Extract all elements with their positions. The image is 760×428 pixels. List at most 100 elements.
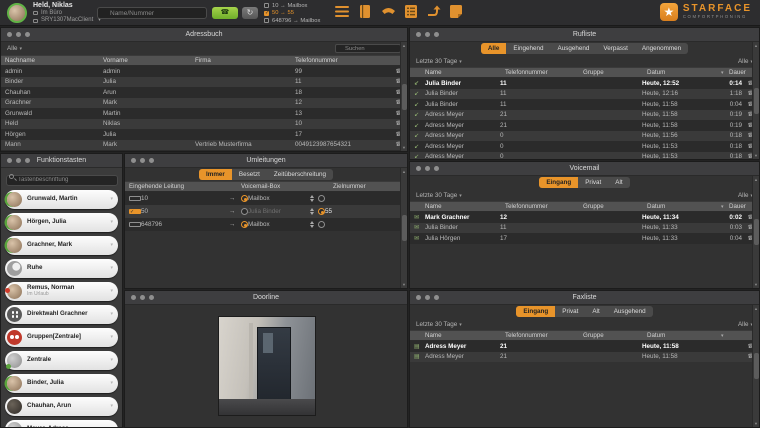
tab-eingang[interactable]: Eingang [539, 177, 578, 188]
redirect-checkbox[interactable] [264, 3, 269, 8]
client-selector[interactable]: SRY1307MacClient▾ [33, 17, 101, 25]
umleitung-row[interactable]: 10→Mailbox [125, 192, 407, 205]
tab-privat[interactable]: Privat [578, 177, 608, 188]
rufliste-column-header[interactable]: Name Telefonnummer Gruppe Datum ▾ Dauer [410, 67, 759, 78]
function-key[interactable]: Binder, Julia▾ [5, 374, 118, 393]
stepper-down-icon[interactable] [310, 199, 314, 202]
stepper[interactable] [306, 221, 318, 228]
list-filter-dropdown[interactable]: Alle▾ [738, 192, 753, 199]
list-item[interactable]: ↙Adress Meyer0Heute, 11:530:18☎ [410, 152, 759, 161]
redial-button[interactable]: ↻ [242, 7, 258, 19]
list-filter-dropdown[interactable]: Alle▾ [738, 58, 753, 65]
addressbook-search-input[interactable] [335, 44, 401, 53]
function-key[interactable]: Hörgen, Julia▾ [5, 213, 118, 232]
table-row[interactable]: HeldNiklas10☎ [1, 119, 407, 130]
list-item[interactable]: ▤Adress Meyer21Heute, 11:58☎ [410, 352, 759, 363]
voicemail-box-select[interactable]: Mailbox [248, 221, 306, 228]
tab-angenommen[interactable]: Angenommen [635, 43, 688, 54]
redirect-checkbox[interactable] [264, 18, 269, 23]
addressbook-column-header[interactable]: Nachname Vorname Firma Telefonnummer [1, 55, 407, 66]
voicemail-radio[interactable] [241, 195, 248, 202]
tab-ausgehend[interactable]: Ausgehend [607, 306, 653, 317]
stepper-down-icon[interactable] [310, 212, 314, 215]
user-avatar[interactable] [7, 3, 27, 23]
tab-verpasst[interactable]: Verpasst [596, 43, 635, 54]
period-filter-dropdown[interactable]: Letzte 30 Tage▾ [416, 321, 462, 328]
list-item[interactable]: ↙Adress Meyer0Heute, 11:560:18☎ [410, 131, 759, 142]
tab-zeitüberschreitung[interactable]: Zeitüberschreitung [267, 169, 333, 180]
umleitung-row[interactable]: 648796→Mailbox [125, 218, 407, 231]
list-item[interactable]: ↙Adress Meyer21Heute, 11:580:19☎ [410, 120, 759, 131]
tab-eingehend[interactable]: Eingehend [506, 43, 550, 54]
table-row[interactable]: MeyerAdress16☎ [1, 150, 407, 152]
addressbook-filter-dropdown[interactable]: Alle▾ [7, 45, 22, 52]
list-item[interactable]: ↙Julia Binder11Heute, 12:520:14☎ [410, 78, 759, 89]
voicemail-box-select[interactable]: Mailbox [248, 195, 306, 202]
tab-immer[interactable]: Immer [199, 169, 232, 180]
scrollbar[interactable]: ▲▼ [400, 42, 407, 151]
tab-alt[interactable]: Alt [608, 177, 629, 188]
list-item[interactable]: ↙Julia Binder11Heute, 11:580:04☎ [410, 99, 759, 110]
function-key[interactable]: Zentrale▾ [5, 351, 118, 370]
user-status[interactable]: Im Büro [33, 10, 101, 18]
redirect-item[interactable]: 10 → Mailbox [264, 2, 320, 10]
scrollbar[interactable]: ▲▼ [752, 305, 759, 427]
function-key[interactable]: Gruppen[Zentrale]▾ [5, 328, 118, 347]
list-item[interactable]: ↙Julia Binder11Heute, 12:161:18☎ [410, 89, 759, 100]
tab-privat[interactable]: Privat [555, 306, 585, 317]
function-key[interactable]: Grachner, Mark▾ [5, 236, 118, 255]
tab-besetzt[interactable]: Besetzt [232, 169, 267, 180]
redirect-item[interactable]: 50 → 55 [264, 10, 320, 18]
scrollbar[interactable]: ▲▼ [752, 42, 759, 159]
voicemail-box-select[interactable]: Julia Binder [248, 208, 306, 215]
zielnummer-radio[interactable] [318, 195, 325, 202]
list-item[interactable]: ↙Adress Meyer21Heute, 11:580:19☎ [410, 110, 759, 121]
list-item[interactable]: ✉Mark Grachner12Heute, 11:340:02☎ [410, 212, 759, 223]
panel-header[interactable]: Funktionstasten [1, 154, 122, 168]
umleitung-checkbox[interactable] [129, 222, 141, 227]
call-button[interactable]: ☎ [212, 7, 238, 19]
list-item[interactable]: ✉Julia Binder11Heute, 11:330:03☎ [410, 223, 759, 234]
list-filter-dropdown[interactable]: Alle▾ [738, 321, 753, 328]
zielnummer-radio[interactable] [318, 208, 325, 215]
table-row[interactable]: MannMarkVertrieb Musterfirma004912398765… [1, 140, 407, 151]
umleitung-checkbox[interactable] [129, 209, 141, 214]
panel-header[interactable]: Adressbuch [1, 28, 407, 42]
table-row[interactable]: BinderJulia11☎ [1, 77, 407, 88]
scrollbar[interactable]: ▲▼ [752, 176, 759, 288]
scrollbar[interactable]: ▲▼ [400, 168, 407, 288]
tab-eingang[interactable]: Eingang [516, 306, 555, 317]
function-key[interactable]: Meyer, Adress▾ [5, 420, 118, 428]
phone-icon[interactable] [381, 5, 396, 18]
redirect-checkbox[interactable] [264, 11, 269, 16]
search-input[interactable] [97, 7, 207, 19]
period-filter-dropdown[interactable]: Letzte 30 Tage▾ [416, 58, 462, 65]
stepper[interactable] [306, 208, 318, 215]
function-key[interactable]: Remus, NormanIm Urlaub▾ [5, 282, 118, 301]
zielnummer-radio[interactable] [318, 221, 325, 228]
umleitung-row[interactable]: 50→Julia Binder55 [125, 205, 407, 218]
stepper-up-icon[interactable] [310, 195, 314, 198]
table-row[interactable]: adminadmin99☎ [1, 66, 407, 77]
panel-header[interactable]: Rufliste [410, 28, 759, 42]
panel-header[interactable]: Faxliste [410, 291, 759, 305]
stepper-up-icon[interactable] [310, 221, 314, 224]
calllist-icon[interactable] [405, 5, 418, 18]
stepper-up-icon[interactable] [310, 208, 314, 211]
table-row[interactable]: ChauhanArun18☎ [1, 87, 407, 98]
addressbook-icon[interactable] [359, 5, 372, 18]
tab-alt[interactable]: Alt [585, 306, 606, 317]
tab-ausgehend[interactable]: Ausgehend [551, 43, 597, 54]
redirect-item[interactable]: 648796 → Mailbox [264, 17, 320, 25]
period-filter-dropdown[interactable]: Letzte 30 Tage▾ [416, 192, 462, 199]
table-row[interactable]: GrachnerMark12☎ [1, 98, 407, 109]
tab-alle[interactable]: Alle [481, 43, 507, 54]
panel-header[interactable]: Umleitungen [125, 154, 407, 168]
stepper-down-icon[interactable] [310, 225, 314, 228]
function-key[interactable]: Ruhe▾ [5, 259, 118, 278]
table-row[interactable]: HörgenJulia17☎ [1, 129, 407, 140]
list-item[interactable]: ↙Adress Meyer0Heute, 11:530:18☎ [410, 141, 759, 152]
table-row[interactable]: GrunwaldMartin13☎ [1, 108, 407, 119]
function-key[interactable]: Grunwald, Martin▾ [5, 190, 118, 209]
redirect-icon[interactable] [427, 5, 441, 18]
